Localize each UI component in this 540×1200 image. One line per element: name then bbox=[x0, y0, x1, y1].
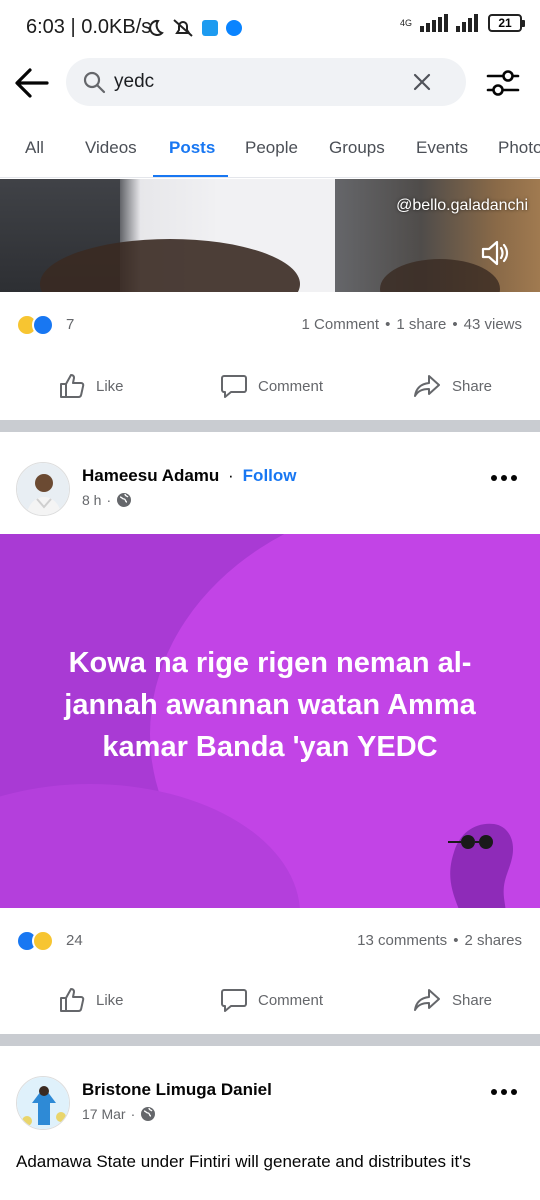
active-tab-indicator bbox=[153, 175, 228, 177]
post1-video[interactable]: @bello.galadanchi bbox=[0, 179, 540, 292]
tab-people[interactable]: People bbox=[245, 138, 298, 158]
reaction-count: 7 bbox=[66, 316, 75, 333]
mute-bell-icon bbox=[173, 19, 193, 37]
avatar-image bbox=[17, 1077, 69, 1129]
tiktok-handle: @bello.galadanchi bbox=[396, 197, 528, 214]
back-arrow-icon bbox=[15, 68, 49, 98]
post-meta: 17 Mar · bbox=[82, 1106, 156, 1122]
tab-all[interactable]: All bbox=[25, 138, 44, 158]
like-reaction-icon bbox=[32, 314, 54, 336]
globe-icon bbox=[117, 493, 132, 507]
clear-search-icon[interactable] bbox=[412, 72, 432, 92]
like-icon bbox=[60, 988, 85, 1012]
tab-videos[interactable]: Videos bbox=[85, 138, 137, 158]
like-button[interactable]: Like bbox=[58, 372, 124, 400]
comment-count[interactable]: 13 comments bbox=[357, 932, 447, 949]
tab-posts[interactable]: Posts bbox=[169, 138, 215, 158]
post-time[interactable]: 8 h bbox=[82, 492, 101, 508]
reaction-emojis bbox=[16, 314, 54, 336]
twitter-icon bbox=[202, 20, 218, 36]
tab-groups[interactable]: Groups bbox=[329, 138, 385, 158]
share-button[interactable]: Share bbox=[412, 986, 492, 1014]
sunglasses-face-illustration bbox=[448, 823, 513, 908]
follow-wrap: · Follow bbox=[228, 466, 297, 485]
globe-icon bbox=[141, 1107, 156, 1121]
post1-stats: 1 Comment • 1 share • 43 views bbox=[301, 316, 522, 333]
post2-actions: Like Comment Share bbox=[0, 966, 540, 1036]
post2-reactions[interactable]: 24 13 comments • 2 shares bbox=[0, 908, 540, 968]
reaction-emojis bbox=[16, 930, 54, 952]
post-author[interactable]: Hameesu Adamu bbox=[82, 466, 219, 486]
shazam-icon bbox=[226, 20, 242, 36]
share-label: Share bbox=[452, 377, 493, 395]
share-count[interactable]: 1 share bbox=[396, 316, 446, 333]
post-time[interactable]: 17 Mar bbox=[82, 1106, 126, 1122]
filter-icon[interactable] bbox=[486, 68, 520, 98]
search-tabs: All Videos Posts People Groups Events Ph… bbox=[0, 116, 540, 178]
like-button[interactable]: Like bbox=[58, 986, 124, 1014]
comment-icon bbox=[221, 375, 247, 398]
post-separator bbox=[0, 1034, 540, 1046]
sound-icon[interactable] bbox=[480, 239, 510, 267]
post2-header: Hameesu Adamu · Follow 8 h · bbox=[0, 456, 540, 536]
comment-count[interactable]: 1 Comment bbox=[302, 316, 380, 333]
post-meta: 8 h · bbox=[82, 492, 132, 508]
search-box[interactable] bbox=[66, 58, 466, 106]
post-separator bbox=[0, 420, 540, 432]
like-icon bbox=[60, 374, 85, 398]
more-options-icon[interactable] bbox=[490, 1088, 518, 1096]
post-author[interactable]: Bristone Limuga Daniel bbox=[82, 1080, 272, 1100]
battery-icon: 21 bbox=[488, 14, 525, 32]
moon-icon bbox=[149, 19, 164, 36]
search-input[interactable] bbox=[114, 58, 414, 106]
share-icon bbox=[414, 989, 440, 1011]
comment-button[interactable]: Comment bbox=[220, 372, 323, 400]
post1-actions: Like Comment Share bbox=[0, 352, 540, 422]
comment-label: Comment bbox=[258, 377, 324, 395]
share-label: Share bbox=[452, 991, 493, 1009]
signal-icon bbox=[420, 14, 448, 32]
status-right: 4G 21 bbox=[399, 14, 525, 32]
status-text: Kowa na rige rigen neman al-jannah awann… bbox=[64, 647, 476, 763]
share-button[interactable]: Share bbox=[412, 372, 492, 400]
avatar[interactable] bbox=[16, 462, 70, 516]
back-button[interactable] bbox=[14, 66, 50, 100]
post3-header: Bristone Limuga Daniel 17 Mar · bbox=[0, 1070, 540, 1150]
post2-stats: 13 comments • 2 shares bbox=[357, 932, 522, 949]
share-count[interactable]: 2 shares bbox=[464, 932, 522, 949]
like-label: Like bbox=[96, 377, 124, 395]
haha-reaction-icon bbox=[32, 930, 54, 952]
status-time: 6:03 | 0.0KB/s bbox=[26, 16, 152, 38]
search-header bbox=[0, 56, 540, 110]
comment-label: Comment bbox=[258, 991, 324, 1009]
signal-icon-2 bbox=[456, 14, 478, 32]
status-bar: 6:03 | 0.0KB/s 4G 21 bbox=[0, 0, 540, 56]
tab-photos[interactable]: Photo bbox=[498, 138, 540, 158]
post1-reactions[interactable]: 7 1 Comment • 1 share • 43 views bbox=[0, 292, 540, 352]
comment-button[interactable]: Comment bbox=[220, 986, 323, 1014]
avatar[interactable] bbox=[16, 1076, 70, 1130]
network-type: 4G bbox=[399, 17, 412, 28]
share-icon bbox=[414, 375, 440, 397]
status-icons bbox=[146, 18, 242, 38]
post3-text: Adamawa State under Fintiri will generat… bbox=[16, 1152, 471, 1171]
comment-icon bbox=[221, 989, 247, 1012]
view-count: 43 views bbox=[463, 316, 522, 333]
like-label: Like bbox=[96, 991, 124, 1009]
follow-button[interactable]: Follow bbox=[243, 466, 297, 485]
tab-events[interactable]: Events bbox=[416, 138, 468, 158]
avatar-image bbox=[17, 463, 69, 515]
more-options-icon[interactable] bbox=[490, 474, 518, 482]
status-background-post[interactable]: Kowa na rige rigen neman al-jannah awann… bbox=[0, 534, 540, 908]
reaction-count: 24 bbox=[66, 932, 83, 949]
search-icon bbox=[83, 71, 106, 94]
